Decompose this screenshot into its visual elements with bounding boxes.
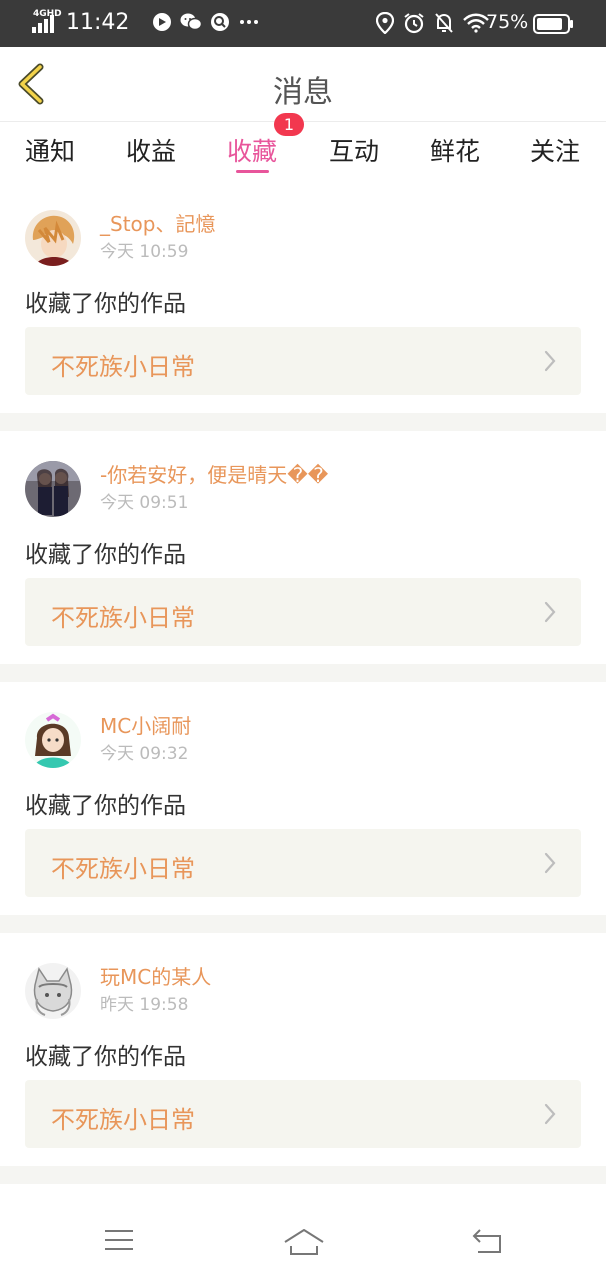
page-title: 消息 — [273, 75, 333, 110]
divider — [0, 1166, 606, 1184]
username[interactable]: 玩MC的某人 — [100, 961, 211, 990]
avatar[interactable] — [25, 963, 81, 1019]
divider — [0, 413, 606, 431]
divider — [0, 664, 606, 682]
tab-interaction[interactable]: 互动 — [329, 132, 379, 168]
action-text: 收藏了你的作品 — [25, 542, 186, 568]
header: 消息 — [0, 47, 606, 122]
list-item[interactable]: MC小阔耐 今天 09:32 收藏了你的作品 不死族小日常 — [0, 682, 606, 915]
action-text: 收藏了你的作品 — [25, 793, 186, 819]
tab-earnings[interactable]: 收益 — [126, 132, 176, 168]
more-dots-icon — [240, 20, 258, 24]
list-item[interactable]: _Stop、記憶 今天 10:59 收藏了你的作品 不死族小日常 — [0, 180, 606, 413]
timestamp: 今天 10:59 — [100, 242, 189, 262]
search-app-icon — [211, 13, 229, 31]
action-text: 收藏了你的作品 — [25, 291, 186, 317]
avatar[interactable] — [25, 712, 81, 768]
work-link[interactable]: 不死族小日常 — [25, 327, 581, 395]
mute-bell-icon — [435, 13, 453, 33]
divider — [0, 915, 606, 933]
work-title: 不死族小日常 — [51, 855, 195, 883]
chevron-right-icon — [544, 601, 556, 623]
signal-icon — [32, 15, 54, 33]
tab-flowers[interactable]: 鲜花 — [430, 132, 480, 168]
chrome-like-icon — [153, 13, 171, 31]
timestamp: 今天 09:51 — [100, 493, 189, 513]
battery-icon — [533, 14, 573, 34]
username[interactable]: _Stop、記憶 — [100, 208, 215, 237]
timestamp: 昨天 19:58 — [100, 995, 189, 1015]
username[interactable]: -你若安好，便是晴天�� — [100, 459, 328, 488]
status-bar: 4GHD 11:42 75% — [0, 0, 606, 47]
action-text: 收藏了你的作品 — [25, 1044, 186, 1070]
chevron-right-icon — [544, 1103, 556, 1125]
clock: 11:42 — [66, 10, 130, 35]
alarm-icon — [404, 13, 424, 34]
chevron-right-icon — [544, 350, 556, 372]
work-title: 不死族小日常 — [51, 1106, 195, 1134]
list-item[interactable]: 玩MC的某人 昨天 19:58 收藏了你的作品 不死族小日常 — [0, 933, 606, 1166]
username[interactable]: MC小阔耐 — [100, 710, 191, 739]
battery-percent: 75% — [486, 11, 529, 33]
work-link[interactable]: 不死族小日常 — [25, 578, 581, 646]
work-link[interactable]: 不死族小日常 — [25, 1080, 581, 1148]
chevron-right-icon — [544, 852, 556, 874]
work-link[interactable]: 不死族小日常 — [25, 829, 581, 897]
tab-notice[interactable]: 通知 — [25, 132, 75, 168]
wechat-icon — [180, 13, 202, 31]
tab-follow[interactable]: 关注 — [530, 132, 580, 168]
active-tab-indicator — [236, 170, 269, 173]
tab-favorites[interactable]: 收藏 — [227, 132, 277, 168]
tab-bar: 通知 收益 收藏 互动 鲜花 关注 — [0, 122, 606, 178]
work-title: 不死族小日常 — [51, 353, 195, 381]
list-item[interactable]: -你若安好，便是晴天�� 今天 09:51 收藏了你的作品 不死族小日常 — [0, 431, 606, 664]
timestamp: 今天 09:32 — [100, 744, 189, 764]
location-icon — [376, 12, 394, 34]
menu-icon[interactable] — [103, 1228, 135, 1252]
back-return-icon[interactable] — [472, 1228, 504, 1254]
work-title: 不死族小日常 — [51, 604, 195, 632]
tab-badge: 1 — [274, 113, 304, 136]
avatar[interactable] — [25, 461, 81, 517]
home-icon[interactable] — [283, 1228, 325, 1256]
bottom-navigation — [0, 1200, 606, 1280]
avatar[interactable] — [25, 210, 81, 266]
